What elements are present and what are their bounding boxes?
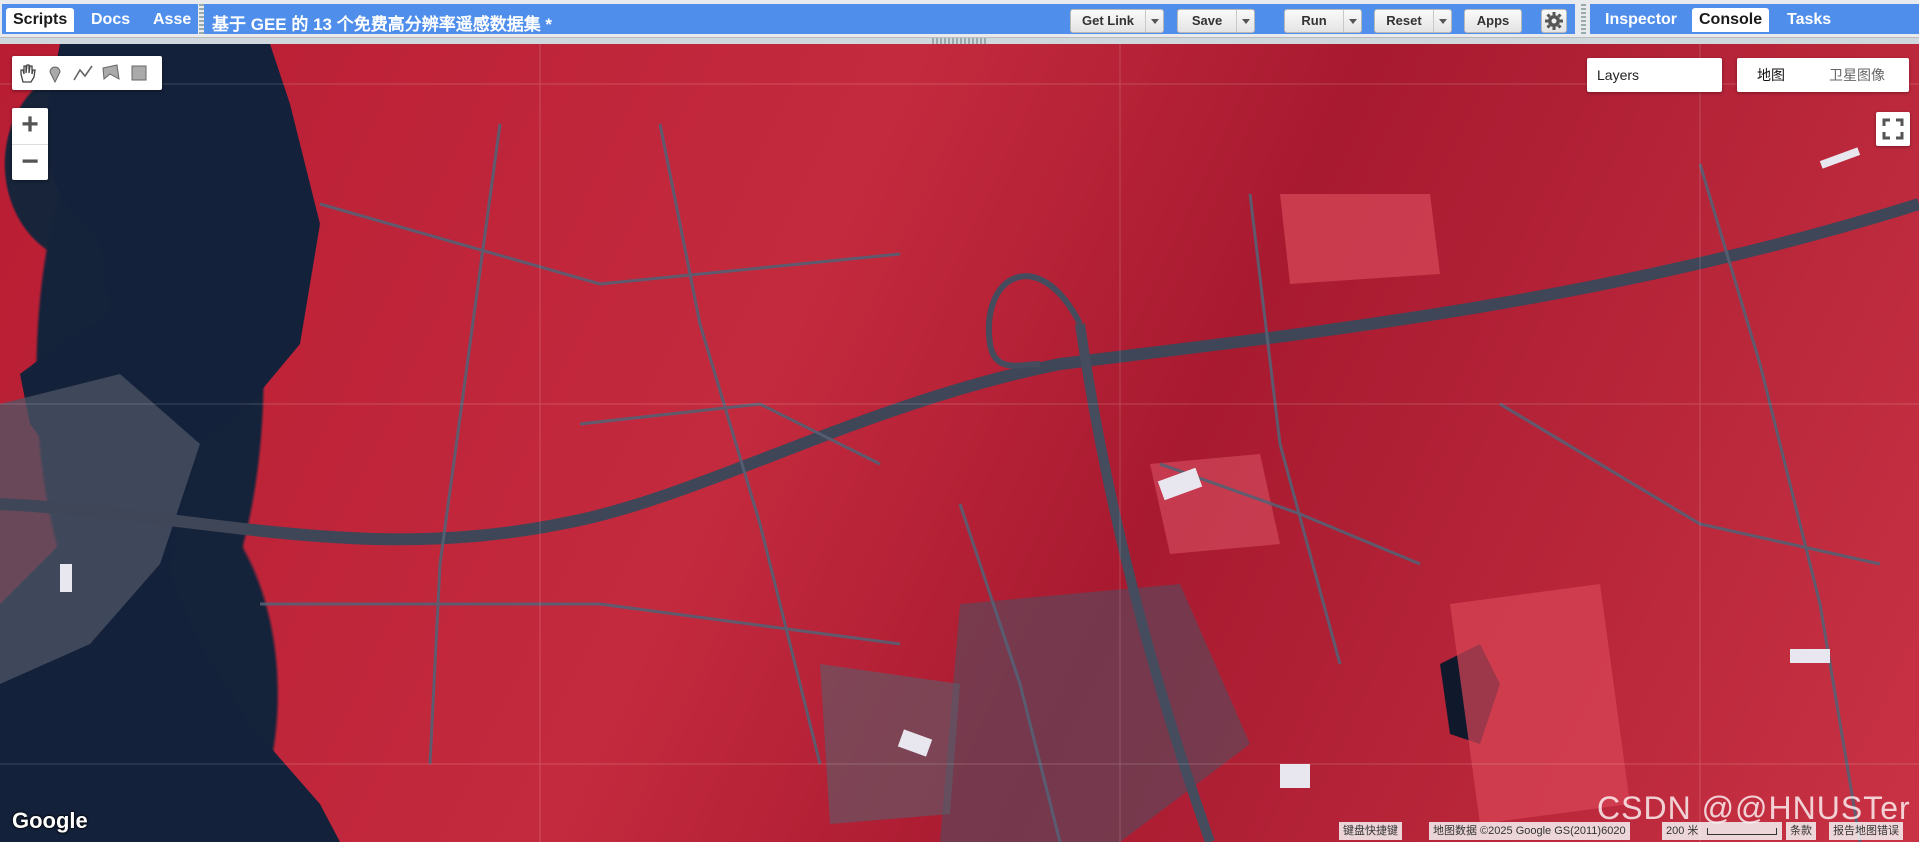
get-link-button[interactable]: Get Link [1070, 9, 1164, 33]
line-icon[interactable] [72, 62, 94, 84]
get-link-label: Get Link [1081, 13, 1134, 28]
map-type-satellite[interactable]: 卫星图像 [1829, 58, 1885, 92]
save-label: Save [1191, 13, 1223, 28]
scale-bar: 200 米 [1662, 822, 1782, 840]
map-view[interactable] [0, 44, 1919, 842]
scale-line [1707, 827, 1778, 835]
editor-title-bar: 基于 GEE 的 13 个免费高分辨率遥感数据集 * Get Link Save… [204, 4, 1575, 34]
drawing-toolbar [12, 56, 162, 90]
map-attribution: 地图数据 ©2025 Google GS(2011)6020 [1429, 822, 1630, 840]
map-type-control: 地图 卫星图像 [1737, 58, 1909, 92]
map-type-map[interactable]: 地图 [1757, 58, 1785, 92]
reset-button[interactable]: Reset [1374, 9, 1452, 33]
zoom-in-button[interactable]: + [12, 108, 48, 144]
zoom-control: + − [12, 108, 48, 180]
settings-button[interactable] [1541, 9, 1567, 33]
satellite-imagery [0, 44, 1919, 842]
tab-tasks[interactable]: Tasks [1780, 8, 1838, 32]
reset-label: Reset [1386, 13, 1422, 28]
chevron-down-icon[interactable] [1145, 10, 1163, 32]
rectangle-icon[interactable] [128, 62, 150, 84]
run-button[interactable]: Run [1284, 9, 1362, 33]
tab-docs[interactable]: Docs [84, 8, 137, 32]
apps-button[interactable]: Apps [1464, 9, 1522, 33]
save-button[interactable]: Save [1177, 9, 1255, 33]
left-panel-tabs: Scripts Docs Asse [2, 4, 198, 34]
report-error-link[interactable]: 报告地图错误 [1829, 822, 1903, 840]
gear-icon [1545, 12, 1563, 30]
chevron-down-icon[interactable] [1343, 10, 1361, 32]
run-label: Run [1301, 13, 1327, 28]
polygon-icon[interactable] [100, 62, 122, 84]
scale-label: 200 米 [1666, 825, 1699, 837]
top-bar: Scripts Docs Asse 基于 GEE 的 13 个免费高分辨率遥感数… [0, 0, 1919, 38]
fullscreen-button[interactable] [1876, 112, 1910, 146]
zoom-out-button[interactable]: − [12, 144, 48, 180]
keyboard-shortcuts-link[interactable]: 键盘快捷键 [1339, 822, 1402, 840]
layers-button[interactable]: Layers [1587, 58, 1722, 92]
tab-scripts[interactable]: Scripts [6, 8, 75, 32]
tab-console[interactable]: Console [1692, 8, 1770, 32]
apps-label: Apps [1476, 13, 1510, 28]
fullscreen-icon [1882, 118, 1904, 140]
google-logo: Google [12, 808, 88, 833]
hand-icon[interactable] [16, 62, 38, 84]
terms-link[interactable]: 条款 [1786, 822, 1816, 840]
right-splitter[interactable] [1581, 4, 1586, 34]
tab-assets[interactable]: Asse [146, 8, 198, 32]
marker-icon[interactable] [44, 62, 66, 84]
right-panel-tabs: Inspector Console Tasks [1590, 4, 1919, 34]
chevron-down-icon[interactable] [1433, 10, 1451, 32]
tab-inspector[interactable]: Inspector [1598, 8, 1684, 32]
chevron-down-icon[interactable] [1236, 10, 1254, 32]
script-title[interactable]: 基于 GEE 的 13 个免费高分辨率遥感数据集 * [212, 10, 552, 35]
